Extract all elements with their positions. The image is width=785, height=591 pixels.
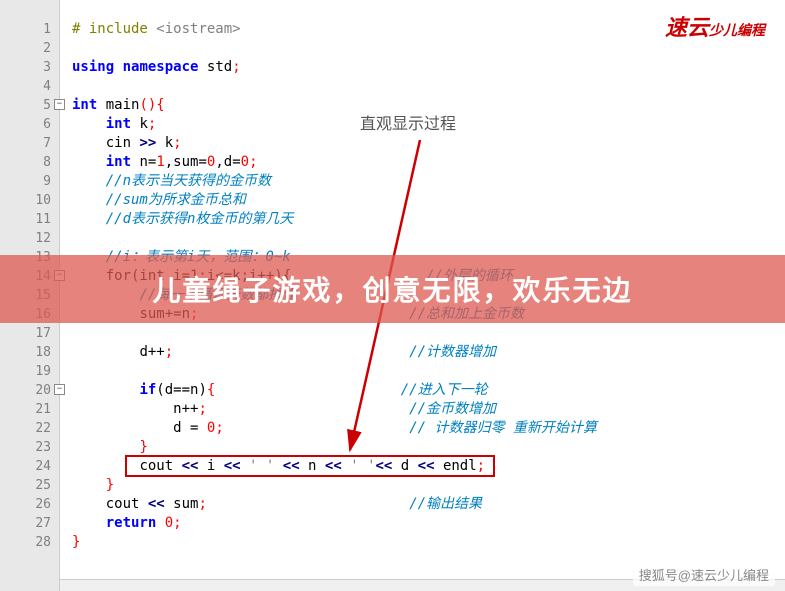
- line-number: 6: [0, 115, 59, 134]
- annotation-label: 直观显示过程: [360, 110, 456, 134]
- line-number: 26: [0, 495, 59, 514]
- line-number: 19: [0, 362, 59, 381]
- code-line: }: [72, 438, 785, 457]
- code-line: int n=1,sum=0,d=0;: [72, 153, 785, 172]
- code-line: cin >> k;: [72, 134, 785, 153]
- code-line: return 0;: [72, 514, 785, 533]
- code-line: n++; //金币数增加: [72, 400, 785, 419]
- line-number: 21: [0, 400, 59, 419]
- code-line: //d表示获得n枚金币的第几天: [72, 210, 785, 229]
- code-line: [72, 77, 785, 96]
- line-number: 28: [0, 533, 59, 552]
- line-number: 2: [0, 39, 59, 58]
- code-line: using namespace std;: [72, 58, 785, 77]
- code-line: d++; //计数器增加: [72, 343, 785, 362]
- code-line: [72, 362, 785, 381]
- line-number: 7: [0, 134, 59, 153]
- line-number: 24: [0, 457, 59, 476]
- code-line: //sum为所求金币总和: [72, 191, 785, 210]
- line-number: 20−: [0, 381, 59, 400]
- line-number: 11: [0, 210, 59, 229]
- watermark: 搜狐号@速云少儿编程: [633, 563, 775, 586]
- line-number: 1: [0, 20, 59, 39]
- code-line: [72, 324, 785, 343]
- line-number: 12: [0, 229, 59, 248]
- code-line: }: [72, 533, 785, 552]
- line-number: 17: [0, 324, 59, 343]
- line-number: 9: [0, 172, 59, 191]
- line-number: 10: [0, 191, 59, 210]
- line-number: 22: [0, 419, 59, 438]
- line-number: 27: [0, 514, 59, 533]
- line-number: 5−: [0, 96, 59, 115]
- line-number: 18: [0, 343, 59, 362]
- code-line: cout << i << ' ' << n << ' '<< d << endl…: [72, 457, 785, 476]
- code-line: d = 0; // 计数器归零 重新开始计算: [72, 419, 785, 438]
- code-line: //n表示当天获得的金币数: [72, 172, 785, 191]
- code-line: cout << sum; //输出结果: [72, 495, 785, 514]
- brand-logo: 速云少儿编程: [665, 10, 765, 42]
- code-line: }: [72, 476, 785, 495]
- logo-sub: 少儿编程: [709, 22, 765, 38]
- line-number: 4: [0, 77, 59, 96]
- code-line: [72, 229, 785, 248]
- logo-main: 速云: [665, 15, 709, 40]
- code-line: if(d==n){ //进入下一轮: [72, 381, 785, 400]
- overlay-banner: 儿童绳子游戏，创意无限，欢乐无边: [0, 255, 785, 323]
- line-number: 3: [0, 58, 59, 77]
- line-number: 25: [0, 476, 59, 495]
- line-number: 23: [0, 438, 59, 457]
- line-number: 8: [0, 153, 59, 172]
